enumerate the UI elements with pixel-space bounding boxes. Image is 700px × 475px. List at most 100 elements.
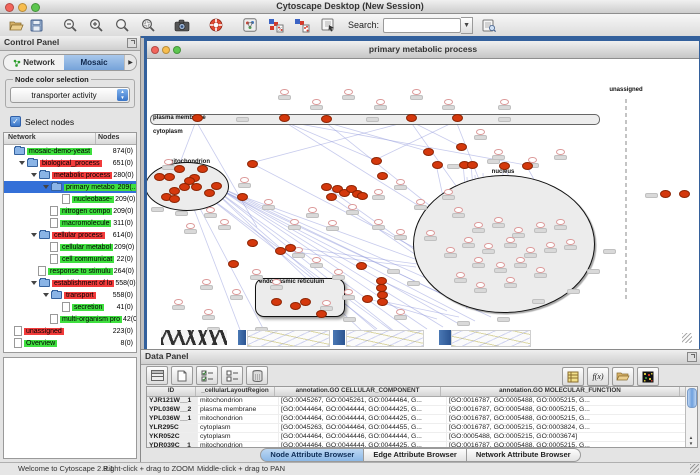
selected-gene-node[interactable] (174, 165, 185, 173)
background-window-fragment[interactable] (333, 330, 345, 345)
create-attribute-button[interactable] (171, 366, 193, 385)
tree-row[interactable]: nitrogen compo209(0) (4, 205, 136, 217)
column-go-cellular-component[interactable]: annotation.GO CELLULAR_COMPONENT (275, 387, 441, 396)
selected-gene-node[interactable] (467, 161, 478, 169)
tree-row[interactable]: metabolic process280(0) (4, 169, 136, 181)
matrix-view-button[interactable] (637, 367, 659, 386)
expander-icon[interactable] (31, 173, 37, 177)
column-cellular-layout-region[interactable]: _cellularLayoutRegion (196, 387, 275, 396)
window-resize-grip[interactable] (682, 333, 692, 343)
selected-gene-node[interactable] (362, 295, 373, 303)
tree-row[interactable]: secretion41(0) (4, 301, 136, 313)
network-overview-button[interactable] (240, 16, 260, 34)
tree-row[interactable]: biological_process651(0) (4, 157, 136, 169)
selected-gene-node[interactable] (456, 143, 467, 151)
tree-row[interactable]: transport558(0) (4, 289, 136, 301)
tab-node-attribute-browser[interactable]: Node Attribute Browser (260, 448, 364, 462)
search-dropdown-button[interactable]: ▼ (461, 17, 473, 34)
selected-gene-node[interactable] (247, 160, 258, 168)
selected-gene-node[interactable] (371, 157, 382, 165)
tree-row[interactable]: cellular metabol209(0) (4, 241, 136, 253)
apply-layout-button[interactable] (266, 16, 286, 34)
expander-icon[interactable] (43, 185, 49, 189)
birds-eye-view[interactable] (3, 357, 137, 459)
function-builder-button[interactable]: f(x) (587, 367, 609, 386)
select-all-attributes-button[interactable] (196, 366, 218, 385)
tab-network-attribute-browser[interactable]: Network Attribute Browser (467, 448, 581, 462)
node-color-combobox[interactable]: transporter activity ▲▼ (10, 87, 130, 103)
table-row[interactable]: YKR052Ccytoplasm[GO:0044464, GO:0044446,… (147, 433, 697, 442)
tree-row[interactable]: cell communicat22(0) (4, 253, 136, 265)
background-window-fragment[interactable] (346, 330, 424, 347)
selected-gene-node[interactable] (228, 260, 239, 268)
selected-gene-node[interactable] (279, 114, 290, 122)
table-row[interactable]: YDR039C__1mitochondrion[GO:0044464, GO:0… (147, 442, 697, 448)
background-window-fragment[interactable] (439, 330, 451, 345)
network-canvas[interactable]: plasma membrane cytoplasm mitochondrion … (147, 59, 693, 344)
selected-gene-node[interactable] (660, 190, 671, 198)
tree-row[interactable]: mosaic-demo-yeast874(0) (4, 145, 136, 157)
delete-attribute-button[interactable] (246, 366, 268, 385)
tree-row[interactable]: nucleobase-209(0) (4, 193, 136, 205)
zoom-out-button[interactable] (60, 16, 80, 34)
table-row[interactable]: YPL036W__2plasma membrane[GO:0044464, GO… (147, 406, 697, 415)
selected-gene-node[interactable] (192, 114, 203, 122)
float-panel-icon[interactable] (127, 38, 137, 48)
tree-row[interactable]: Overview8(0) (4, 337, 136, 349)
selected-gene-node[interactable] (452, 114, 463, 122)
column-id[interactable]: ID (147, 387, 196, 396)
zoom-selected-button[interactable] (138, 16, 158, 34)
network-window-titlebar[interactable]: primary metabolic process (147, 41, 699, 59)
tab-edge-attribute-browser[interactable]: Edge Attribute Browser (364, 448, 466, 462)
select-attributes-button[interactable] (146, 366, 168, 385)
selected-gene-node[interactable] (423, 148, 434, 156)
scrollbar-arrows[interactable]: ▲▼ (686, 435, 696, 447)
float-data-panel-icon[interactable] (687, 352, 697, 362)
expander-icon[interactable] (31, 281, 37, 285)
app-resize-grip[interactable] (690, 464, 699, 473)
column-go-molecular-function[interactable]: annotation.GO MOLECULAR_FUNCTION (441, 387, 680, 396)
save-session-button[interactable] (26, 16, 46, 34)
selected-gene-node[interactable] (169, 195, 180, 203)
selected-gene-node[interactable] (184, 177, 195, 185)
selected-gene-node[interactable] (164, 173, 175, 181)
tree-row[interactable]: cellular process614(0) (4, 229, 136, 241)
zoom-fit-button[interactable] (112, 16, 132, 34)
expander-icon[interactable] (31, 233, 37, 237)
selected-gene-node[interactable] (377, 172, 388, 180)
background-window-fragment[interactable] (247, 330, 330, 347)
selected-gene-node[interactable] (300, 298, 311, 306)
selected-gene-node[interactable] (432, 161, 443, 169)
expander-icon[interactable] (43, 293, 49, 297)
table-row[interactable]: YPL036W__1mitochondrion[GO:0044464, GO:0… (147, 415, 697, 424)
selected-gene-node[interactable] (204, 189, 215, 197)
background-window-fragment[interactable] (238, 330, 246, 345)
zoom-in-button[interactable] (86, 16, 106, 34)
more-tabs-button[interactable]: ▶ (124, 55, 136, 70)
tab-mosaic[interactable]: Mosaic (64, 55, 124, 70)
scrollbar-thumb[interactable] (687, 388, 697, 408)
tree-row[interactable]: primary metabo209(... (4, 181, 136, 193)
selected-gene-node[interactable] (522, 162, 533, 170)
tree-column-nodes[interactable]: Nodes (95, 133, 136, 144)
selected-gene-node[interactable] (316, 310, 327, 318)
tab-network[interactable]: Network (4, 55, 64, 70)
attribute-editor-button[interactable] (562, 367, 584, 386)
selected-gene-node[interactable] (285, 244, 296, 252)
tree-row[interactable]: macromolecule311(0) (4, 217, 136, 229)
selected-gene-node[interactable] (321, 115, 332, 123)
table-scrollbar[interactable]: ▲▼ (685, 387, 697, 447)
open-session-button[interactable] (6, 16, 26, 34)
unselect-all-attributes-button[interactable] (221, 366, 243, 385)
selected-gene-node[interactable] (321, 183, 332, 191)
selected-gene-node[interactable] (275, 247, 286, 255)
expander-icon[interactable] (19, 161, 25, 165)
selected-gene-node[interactable] (356, 262, 367, 270)
apply-layout-alt-button[interactable] (292, 16, 312, 34)
selected-gene-node[interactable] (271, 298, 282, 306)
tree-row[interactable]: establishment of lo558(0) (4, 277, 136, 289)
selected-gene-node[interactable] (290, 302, 301, 310)
import-attributes-button[interactable] (612, 367, 634, 386)
selected-gene-node[interactable] (357, 192, 368, 200)
help-button[interactable] (206, 16, 226, 34)
